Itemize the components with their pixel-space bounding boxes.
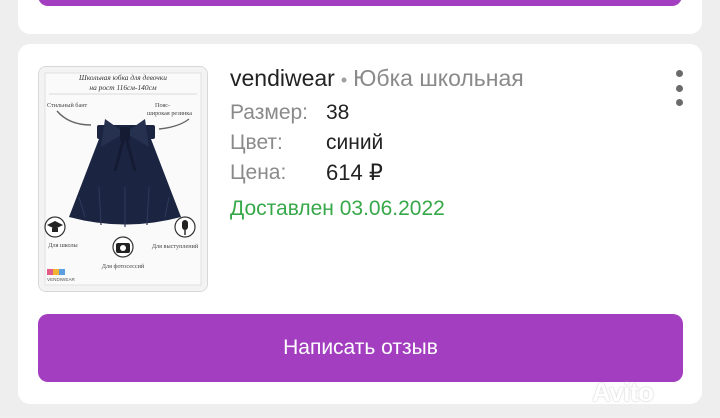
- previous-order-card: [18, 0, 702, 34]
- write-review-button[interactable]: Написать отзыв: [38, 314, 683, 382]
- thumb-heading-1: Школьная юбка для девочки: [78, 73, 167, 82]
- product-image: Школьная юбка для девочки на рост 116см-…: [39, 67, 207, 291]
- previous-review-button[interactable]: [38, 0, 682, 6]
- product-title[interactable]: Юбка школьная: [353, 65, 524, 91]
- thumb-brand: VENDIWEAR: [47, 277, 76, 282]
- color-label: Цвет:: [230, 131, 283, 154]
- watermark-text: Avito: [592, 376, 654, 407]
- delivery-status: Доставлен 03.06.2022: [230, 197, 445, 220]
- size-value: 38: [326, 101, 350, 124]
- thumb-note-belt-1: Пояс-: [155, 102, 170, 109]
- more-vertical-icon: [675, 70, 683, 77]
- product-thumbnail[interactable]: Школьная юбка для девочки на рост 116см-…: [38, 66, 208, 292]
- thumb-heading-2: на рост 116см-140см: [89, 83, 156, 92]
- order-card: Школьная юбка для девочки на рост 116см-…: [18, 44, 702, 404]
- separator-dot: •: [340, 70, 348, 90]
- price-value: 614 ₽: [326, 160, 383, 185]
- thumb-icon-stage: Для выступлений: [152, 243, 199, 250]
- thumb-note-bow: Стильный бант: [47, 102, 88, 109]
- thumb-icon-school: Для школы: [48, 242, 78, 249]
- price-label: Цена:: [230, 161, 287, 184]
- size-label: Размер:: [230, 101, 309, 124]
- seller-name[interactable]: vendiwear: [230, 65, 335, 91]
- more-options-button[interactable]: [672, 70, 686, 106]
- order-header: vendiwear • Юбка школьная: [230, 64, 524, 94]
- thumb-note-belt-2: широкая резинка: [147, 110, 192, 117]
- avito-watermark: Avito: [592, 376, 700, 408]
- thumb-icon-photo: Для фотосессий: [102, 263, 145, 270]
- color-value: синий: [326, 131, 384, 154]
